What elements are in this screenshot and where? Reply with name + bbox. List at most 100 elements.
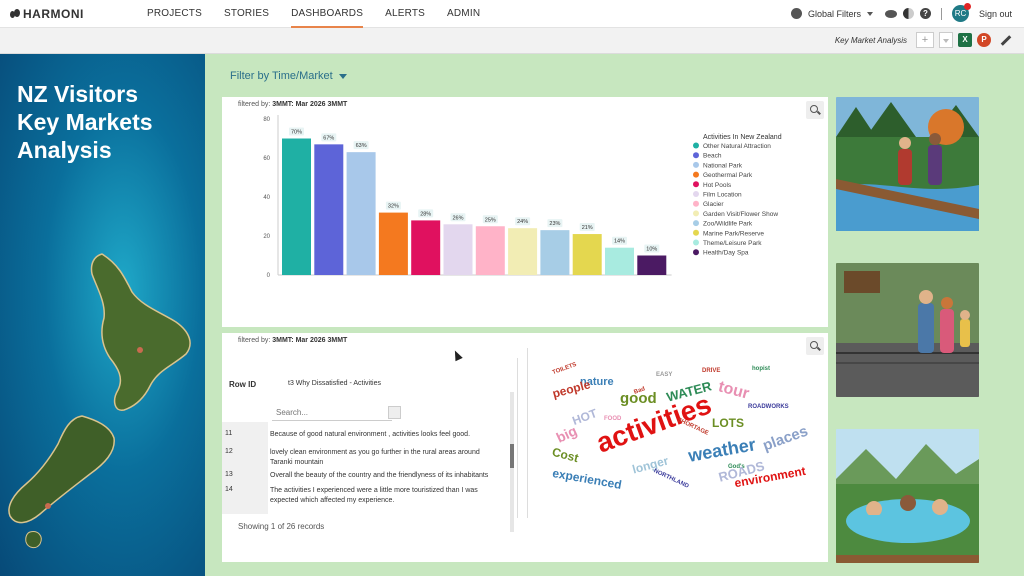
legend-entry: Geothermal Park <box>703 172 753 179</box>
data-label: 26% <box>452 215 463 221</box>
word-cloud-word[interactable]: tour <box>716 378 750 403</box>
bar <box>282 138 311 275</box>
filter-by-time-market-dropdown[interactable]: Filter by Time/Market <box>230 70 347 82</box>
y-tick-label: 60 <box>263 156 270 162</box>
bar <box>443 224 473 275</box>
data-label: 67% <box>323 135 334 141</box>
y-tick-label: 80 <box>263 117 270 123</box>
filtered-by-prefix: filtered by: <box>238 337 273 344</box>
bar-chart: 0 20 40 60 80 70% 67% 63% 32% 28% 26% 25% 24% 23% 21% 1… <box>263 115 782 279</box>
legend-entry: Glacier <box>703 201 724 208</box>
filtered-by-label: filtered by: 3MMT: Mar 2026 3MMT <box>238 337 347 344</box>
data-label: 70% <box>291 130 302 136</box>
avatar[interactable]: RC <box>951 3 971 22</box>
table-search-input[interactable] <box>272 405 392 421</box>
legend-entry: Other Natural Attraction <box>703 143 771 150</box>
help-icon[interactable]: ? <box>919 8 931 19</box>
legend-entry: National Park <box>703 162 743 169</box>
dashboard-toolbar: Key Market Analysis + X P <box>0 28 1024 54</box>
bar <box>346 152 376 275</box>
row-id: 12 <box>225 448 233 455</box>
dropdown-button[interactable] <box>939 32 953 48</box>
harmoni-logo[interactable]: HARMONI <box>10 7 84 21</box>
bar <box>411 220 441 275</box>
row-text: Because of good natural environment , ac… <box>270 431 471 438</box>
bar <box>637 255 667 275</box>
word-cloud: TOILETS nature EASY DRIVE hopist people Bad goo… <box>551 358 812 508</box>
row-text: The activities I experienced were a litt… <box>270 487 478 504</box>
nav-projects[interactable]: PROJECTS <box>147 0 202 28</box>
table-header: Row ID t3 Why Dissatisfied - Activities <box>222 366 512 424</box>
legend-entry: Beach <box>703 153 722 160</box>
globe-icon[interactable] <box>790 8 802 19</box>
logo-text: HARMONI <box>23 7 84 21</box>
word-cloud-word[interactable]: NORTHLAND <box>653 468 690 489</box>
data-label: 21% <box>582 225 593 231</box>
nav-dashboards[interactable]: DASHBOARDS <box>291 0 364 28</box>
word-cloud-word[interactable]: TOILETS <box>552 362 578 376</box>
table-scrollbar[interactable] <box>510 392 514 532</box>
data-label: 24% <box>517 219 528 225</box>
add-button[interactable]: + <box>916 32 934 48</box>
row-id: 13 <box>225 471 233 478</box>
word-cloud-word[interactable]: places <box>761 423 811 455</box>
hikers-bridge-illustration <box>836 97 979 231</box>
responses-table: Row ID t3 Why Dissatisfied - Activities … <box>222 358 518 532</box>
nav-alerts[interactable]: ALERTS <box>385 0 425 28</box>
word-cloud-word[interactable]: hopist <box>752 366 770 372</box>
legend-entry: Marine Park/Reserve <box>703 230 764 237</box>
filter-link-label: Filter by Time/Market <box>230 70 333 82</box>
data-label: 28% <box>420 211 431 217</box>
chevron-down-icon <box>338 73 347 79</box>
bar <box>475 226 505 275</box>
legend-swatch <box>693 249 699 256</box>
y-tick-label: 20 <box>263 234 270 240</box>
word-cloud-word[interactable]: EASY <box>656 372 672 378</box>
global-filters-button[interactable]: Global Filters <box>808 9 861 19</box>
nav-admin[interactable]: ADMIN <box>447 0 480 28</box>
y-tick-label: 0 <box>267 273 271 279</box>
word-cloud-word[interactable]: ROADWORKS <box>748 404 789 410</box>
powerpoint-export-icon[interactable]: P <box>977 33 991 47</box>
edit-pencil-icon[interactable] <box>1000 34 1012 46</box>
logo-icon <box>10 9 20 19</box>
record-count: Showing 1 of 26 records <box>238 522 325 531</box>
hero-banner: NZ Visitors Key Markets Analysis <box>0 54 205 576</box>
word-cloud-word[interactable]: people <box>551 377 592 401</box>
bar <box>572 234 602 275</box>
divider <box>940 7 942 20</box>
sign-out-link[interactable]: Sign out <box>979 9 1012 19</box>
hero-title-line: Analysis <box>17 137 112 163</box>
top-nav-bar: HARMONI PROJECTS STORIES DASHBOARDS ALER… <box>0 0 1024 28</box>
word-cloud-word[interactable]: good <box>620 390 657 407</box>
word-cloud-word[interactable]: DRIVE <box>702 368 720 374</box>
chevron-down-icon[interactable] <box>866 11 873 16</box>
activities-bar-chart-panel: filtered by: 3MMT: Mar 2026 3MMT 0 20 40 60… <box>222 97 828 327</box>
panel-splitter[interactable] <box>527 348 528 518</box>
row-text: Overall the beauty of the country and th… <box>270 472 489 479</box>
contrast-icon[interactable] <box>902 8 914 19</box>
row-text: lovely clean environment as you go furth… <box>270 449 480 466</box>
word-cloud-word[interactable]: LOTS <box>712 416 744 430</box>
search-icon[interactable] <box>388 406 401 419</box>
bar <box>540 230 570 275</box>
column-header-why-dissatisfied[interactable]: t3 Why Dissatisfied - Activities <box>288 380 381 387</box>
word-cloud-word[interactable]: HOT <box>570 406 599 428</box>
eye-icon[interactable] <box>884 9 897 18</box>
data-label: 10% <box>646 247 657 253</box>
word-cloud-word[interactable]: experienced <box>551 466 622 492</box>
column-header-rowid[interactable]: Row ID <box>229 380 256 389</box>
nav-stories[interactable]: STORIES <box>224 0 269 28</box>
word-cloud-word[interactable]: Cost <box>551 445 580 465</box>
legend-entry: Health/Day Spa <box>703 250 749 257</box>
data-label: 32% <box>388 204 399 210</box>
data-label: 63% <box>356 143 367 149</box>
excel-export-icon[interactable]: X <box>958 33 972 47</box>
legend-swatch <box>693 161 699 168</box>
legend-entry: Garden Visit/Flower Show <box>703 211 778 218</box>
zoom-icon[interactable] <box>806 337 824 355</box>
scrollbar-thumb[interactable] <box>510 444 514 468</box>
top-right-controls: Global Filters ? RC Sign out <box>790 3 1012 22</box>
hero-title-line: NZ Visitors <box>17 81 138 107</box>
legend-entry: Zoo/Wildlife Park <box>703 221 753 228</box>
